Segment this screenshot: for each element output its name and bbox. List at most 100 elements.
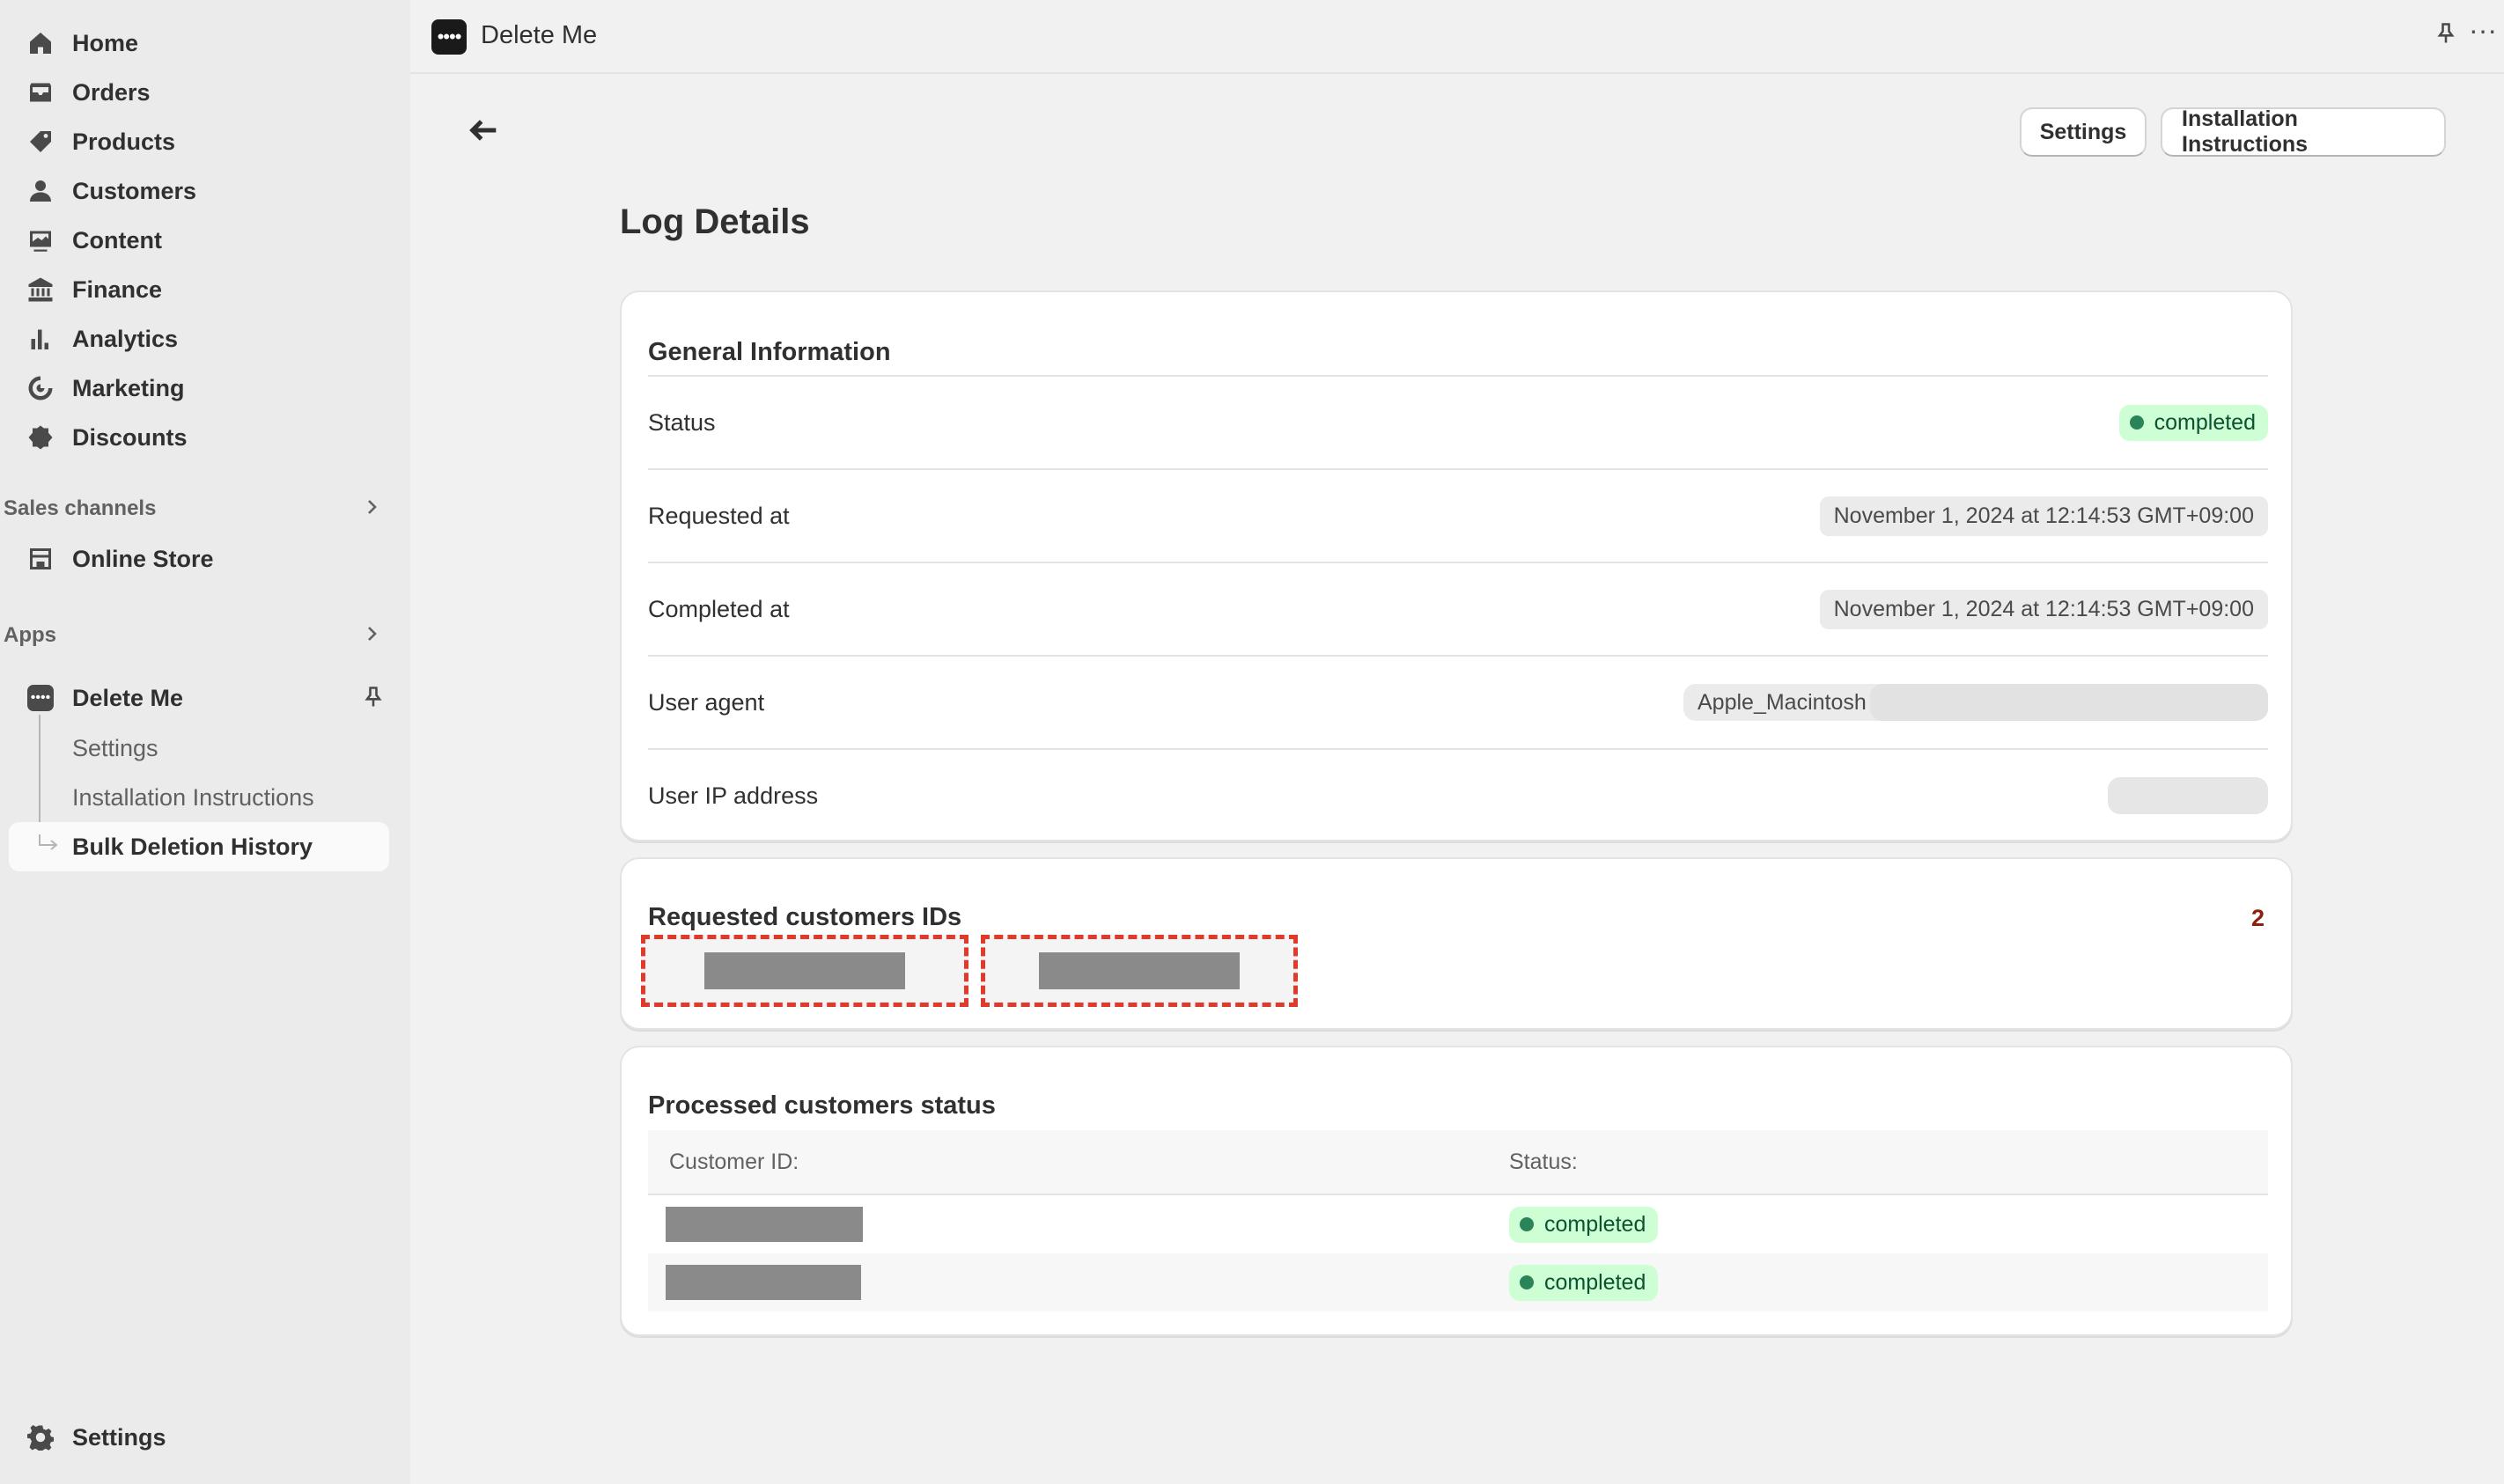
nav-finance-label: Finance — [72, 275, 163, 303]
table-row: completed — [648, 1195, 2268, 1253]
user-agent-value: Apple_Macintosh — [1683, 684, 2268, 721]
nav-home-label: Home — [72, 29, 139, 56]
status-badge-text: completed — [2154, 409, 2256, 435]
nav-products[interactable]: Products — [25, 120, 386, 164]
nav-products-label: Products — [72, 128, 176, 155]
user-ip-redacted — [2108, 777, 2268, 814]
app-logo-icon: •••• — [431, 19, 467, 55]
gear-icon — [25, 1422, 56, 1453]
col-customer-id: Customer ID: — [669, 1149, 799, 1174]
nav-customers-label: Customers — [72, 177, 197, 204]
nav-home[interactable]: Home — [25, 21, 386, 65]
status-dot-icon — [2129, 415, 2144, 430]
person-icon — [25, 175, 56, 207]
tag-icon — [25, 126, 56, 158]
customer-id-cell — [666, 1265, 1509, 1300]
chevron-right-icon — [361, 623, 382, 649]
user-ip-label: User IP address — [648, 782, 819, 809]
row-user-ip: User IP address — [648, 748, 2268, 841]
app-title: Delete Me — [481, 21, 598, 49]
general-info-title: General Information — [648, 338, 891, 366]
processed-status-title: Processed customers status — [648, 1091, 996, 1120]
general-info-card: General Information Status completed Req… — [620, 290, 2293, 841]
inbox-icon — [25, 77, 56, 108]
sidebar: Home Orders Products Customers Content F… — [0, 0, 410, 1484]
row-status: Status completed — [648, 375, 2268, 468]
nav-discounts[interactable]: Discounts — [25, 415, 386, 459]
nav-online-store[interactable]: Online Store — [25, 537, 386, 581]
nav-app-delete-me[interactable]: •••• Delete Me — [25, 676, 386, 720]
customer-id-chip — [981, 935, 1298, 1007]
page-title: Log Details — [620, 202, 810, 241]
status-dot-icon — [1520, 1275, 1534, 1289]
table-row: completed — [648, 1253, 2268, 1311]
status-badge: completed — [2118, 404, 2268, 441]
customer-id-redacted — [666, 1207, 863, 1242]
nav-orders[interactable]: Orders — [25, 70, 386, 114]
status-dot-icon — [1520, 1217, 1534, 1231]
more-options-icon[interactable]: ··· — [2469, 16, 2497, 44]
requested-at-label: Requested at — [648, 502, 790, 529]
customer-id-chip — [641, 935, 968, 1007]
customer-id-redacted — [704, 952, 905, 989]
row-requested-at: Requested at November 1, 2024 at 12:14:5… — [648, 468, 2268, 562]
user-agent-text: Apple_Macintosh — [1698, 689, 1867, 715]
user-agent-label: User agent — [648, 688, 765, 716]
customer-id-redacted — [666, 1265, 861, 1300]
image-icon — [25, 224, 56, 256]
processed-table: Customer ID: Status: completed completed — [648, 1130, 2268, 1311]
nav-customers[interactable]: Customers — [25, 169, 386, 213]
back-arrow-icon[interactable] — [467, 113, 502, 152]
nav-finance[interactable]: Finance — [25, 268, 386, 312]
target-icon — [25, 372, 56, 404]
table-header: Customer ID: Status: — [648, 1130, 2268, 1195]
user-agent-redacted — [1869, 684, 2268, 721]
nav-discounts-label: Discounts — [72, 423, 188, 451]
bank-icon — [25, 274, 56, 305]
nav-orders-label: Orders — [72, 78, 151, 106]
nav-analytics[interactable]: Analytics — [25, 317, 386, 361]
home-icon — [25, 27, 56, 59]
app-icon: •••• — [25, 682, 56, 714]
nav-settings-label: Settings — [72, 1423, 166, 1451]
row-user-agent: User agent Apple_Macintosh — [648, 655, 2268, 748]
nav-marketing-label: Marketing — [72, 374, 185, 401]
requested-at-value: November 1, 2024 at 12:14:53 GMT+09:00 — [1819, 496, 2268, 536]
discount-icon — [25, 422, 56, 453]
requested-ids-title: Requested customers IDs — [648, 903, 962, 931]
requested-count: 2 — [2250, 905, 2265, 931]
customer-id-redacted — [1039, 952, 1240, 989]
nav-settings[interactable]: Settings — [25, 1415, 386, 1459]
nav-content-label: Content — [72, 226, 162, 253]
sales-channels-header[interactable]: Sales channels — [4, 491, 382, 526]
completed-at-value: November 1, 2024 at 12:14:53 GMT+09:00 — [1819, 589, 2268, 629]
apps-header[interactable]: Apps — [4, 618, 382, 653]
completed-at-label: Completed at — [648, 595, 790, 622]
customer-id-cell — [666, 1207, 1509, 1242]
nav-content[interactable]: Content — [25, 218, 386, 262]
pin-icon[interactable] — [2434, 21, 2458, 50]
installation-instructions-button[interactable]: Installation Instructions — [2161, 107, 2446, 157]
requested-ids-card: Requested customers IDs 2 — [620, 857, 2293, 1030]
nav-analytics-label: Analytics — [72, 325, 179, 352]
app-topbar: •••• Delete Me ··· — [410, 0, 2504, 74]
nav-online-store-label: Online Store — [72, 545, 214, 572]
nav-app-label: Delete Me — [72, 684, 184, 711]
row-completed-at: Completed at November 1, 2024 at 12:14:5… — [648, 562, 2268, 655]
sub-item-installation[interactable]: Installation Instructions — [72, 776, 314, 819]
row-status-badge: completed — [1509, 1264, 1659, 1301]
processed-status-card: Processed customers status Customer ID: … — [620, 1046, 2293, 1336]
apps-label: Apps — [4, 623, 56, 647]
pin-icon[interactable] — [361, 685, 386, 714]
sub-item-bulk-history[interactable]: Bulk Deletion History — [72, 826, 313, 868]
col-status: Status: — [1509, 1149, 1578, 1174]
bar-chart-icon — [25, 323, 56, 355]
settings-button[interactable]: Settings — [2020, 107, 2147, 157]
row-status-text: completed — [1544, 1211, 1646, 1237]
sales-channels-label: Sales channels — [4, 496, 157, 520]
row-status-text: completed — [1544, 1269, 1646, 1295]
store-icon — [25, 543, 56, 575]
sub-item-settings[interactable]: Settings — [72, 727, 158, 769]
nav-marketing[interactable]: Marketing — [25, 366, 386, 410]
chevron-right-icon — [361, 496, 382, 522]
